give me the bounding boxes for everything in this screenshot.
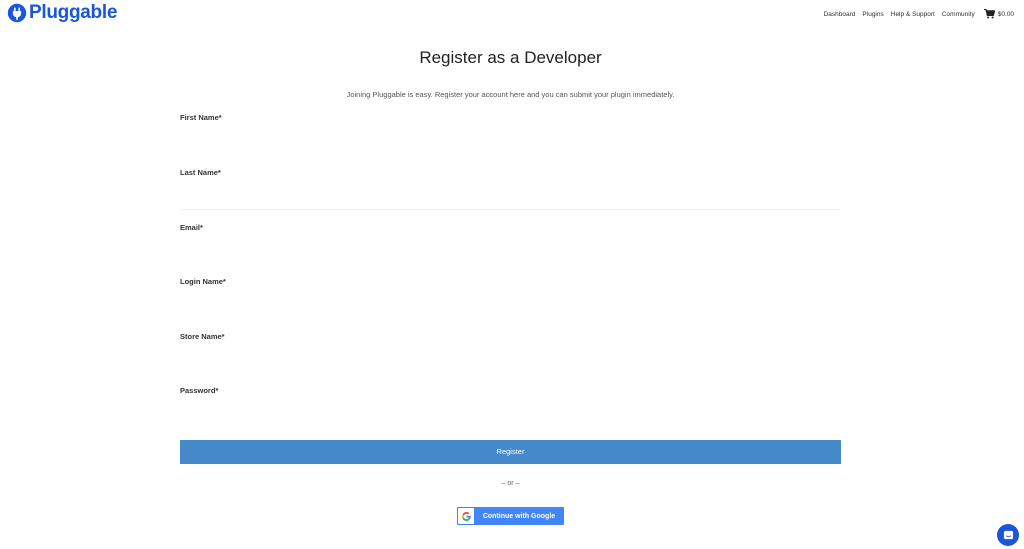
- page-title: Register as a Developer: [419, 48, 602, 67]
- store-name-label: Store Name*: [180, 332, 225, 341]
- plug-logo-icon: [7, 3, 27, 23]
- top-nav: Dashboard Plugins Help & Support Communi…: [824, 9, 1014, 19]
- password-label: Password*: [180, 386, 219, 395]
- site-header: Pluggable Dashboard Plugins Help & Suppo…: [0, 0, 1024, 28]
- first-name-field: First Name*: [180, 113, 841, 155]
- continue-with-google-button[interactable]: Continue with Google: [457, 507, 564, 525]
- google-logo-icon: [461, 511, 471, 521]
- google-logo-box: [458, 508, 474, 524]
- last-name-label: Last Name*: [180, 168, 221, 177]
- cart-amount: $0.00: [997, 10, 1014, 18]
- password-field: Password*: [180, 386, 841, 428]
- nav-community[interactable]: Community: [942, 11, 975, 18]
- chat-launcher-button[interactable]: [997, 524, 1019, 546]
- first-name-label: First Name*: [180, 113, 222, 122]
- last-name-field: Last Name*: [180, 168, 841, 210]
- first-name-input[interactable]: [180, 129, 841, 155]
- email-label: Email*: [180, 223, 203, 232]
- or-divider: – or –: [501, 480, 520, 487]
- logo-link[interactable]: Pluggable: [7, 3, 117, 23]
- email-input[interactable]: [180, 239, 841, 265]
- cart-icon: [983, 9, 995, 19]
- nav-plugins[interactable]: Plugins: [862, 11, 883, 18]
- intro-text: Joining Pluggable is easy. Register your…: [346, 90, 675, 99]
- cart-button[interactable]: $0.00: [983, 9, 1014, 19]
- login-name-field: Login Name*: [180, 277, 841, 319]
- continue-with-google-label: Continue with Google: [482, 512, 556, 520]
- chat-icon: [1003, 530, 1013, 539]
- store-name-input[interactable]: [180, 348, 841, 374]
- nav-dashboard[interactable]: Dashboard: [824, 11, 856, 18]
- password-input[interactable]: [180, 402, 841, 428]
- last-name-input[interactable]: [180, 184, 841, 210]
- register-button[interactable]: Register: [180, 440, 841, 464]
- page: Pluggable Dashboard Plugins Help & Suppo…: [0, 0, 1024, 549]
- login-name-label: Login Name*: [180, 277, 226, 286]
- login-name-input[interactable]: [180, 293, 841, 319]
- store-name-field: Store Name*: [180, 332, 841, 374]
- nav-help-support[interactable]: Help & Support: [891, 11, 935, 18]
- logo-text: Pluggable: [29, 2, 118, 23]
- email-field: Email*: [180, 223, 841, 265]
